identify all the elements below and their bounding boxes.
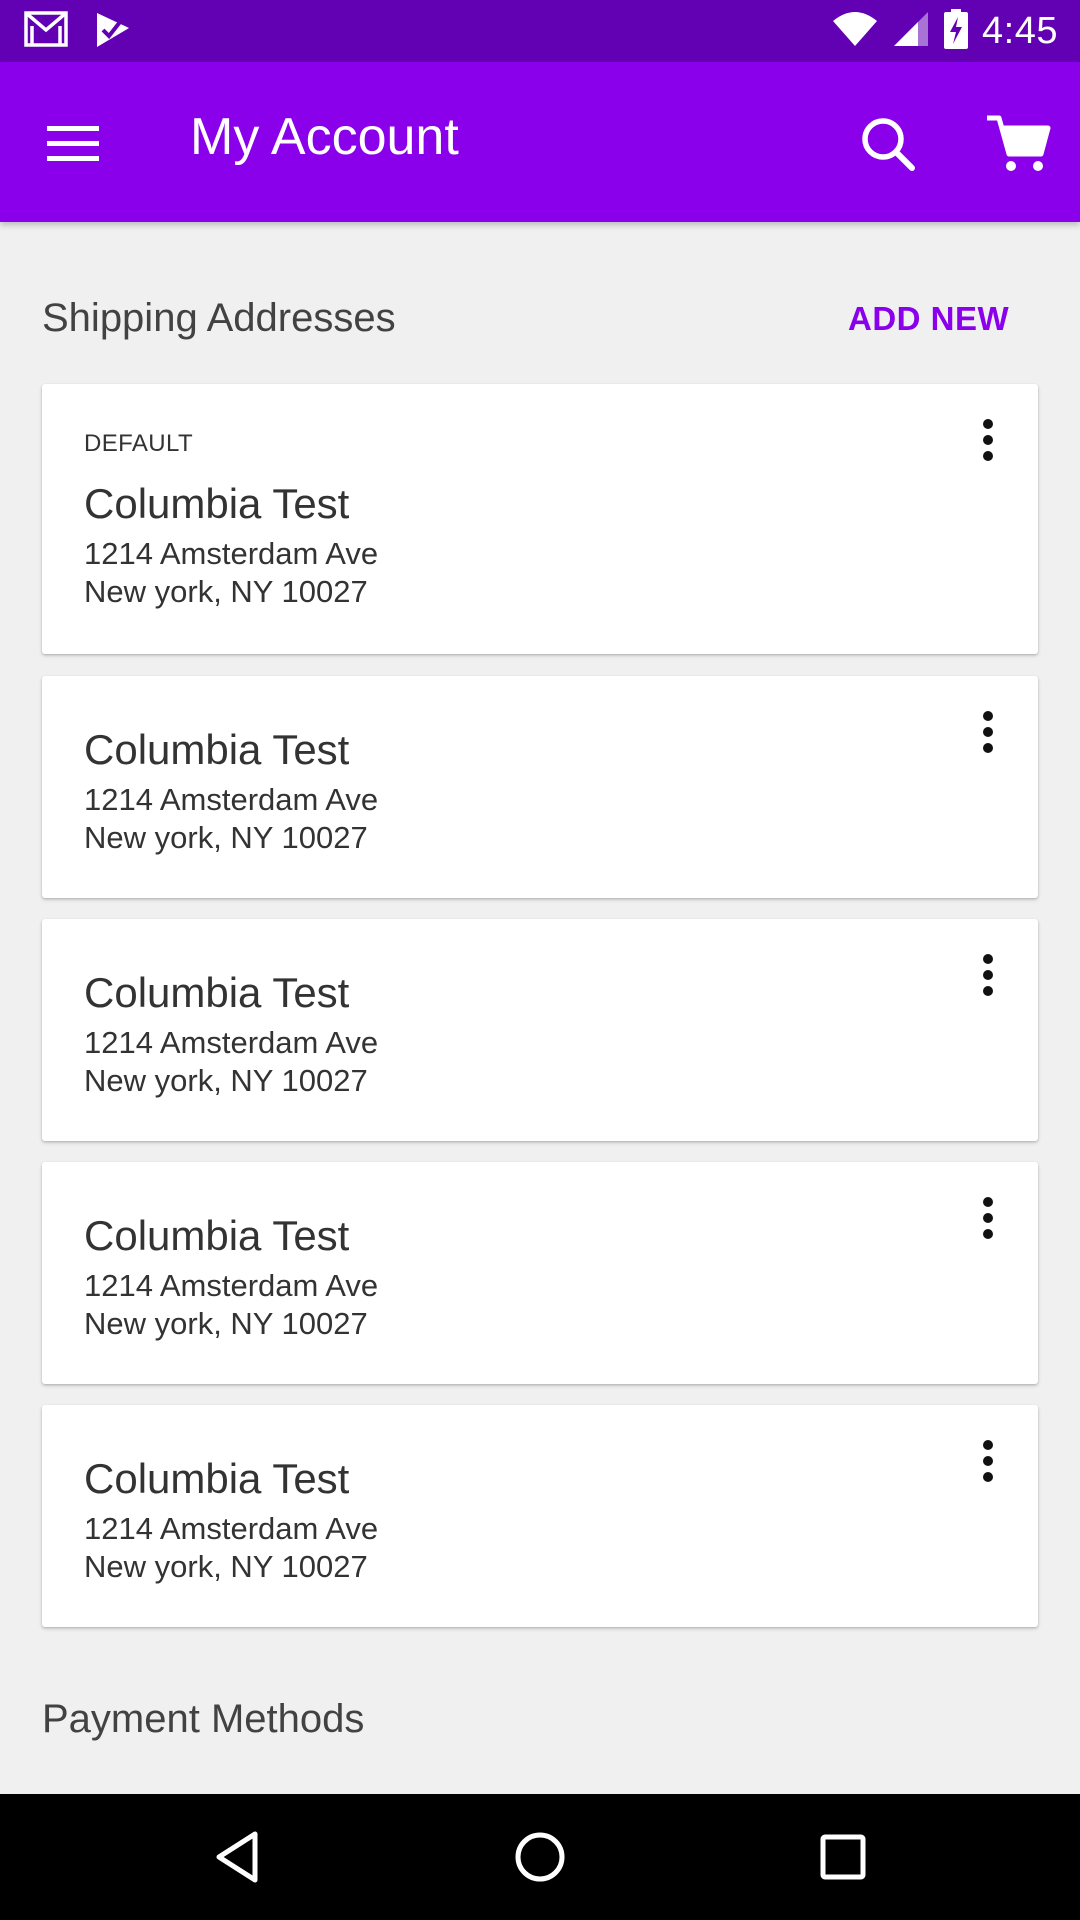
cart-icon [985, 114, 1051, 179]
shipping-addresses-header: Shipping Addresses [42, 296, 396, 340]
address-name: Columbia Test [84, 1455, 350, 1502]
address-street: 1214 Amsterdam Ave [84, 782, 379, 817]
address-city: New york, NY 10027 [84, 1306, 368, 1341]
address-card[interactable]: Columbia Test 1214 Amsterdam Ave New yor… [42, 919, 1038, 1141]
more-vert-icon [982, 953, 994, 1002]
more-options-button[interactable] [956, 1427, 1020, 1499]
address-card[interactable]: Columbia Test 1214 Amsterdam Ave New yor… [42, 676, 1038, 898]
add-new-address-button[interactable]: ADD NEW [848, 300, 1009, 338]
address-city: New york, NY 10027 [84, 574, 368, 609]
status-bar: 4:45 [0, 0, 1080, 62]
page-title: My Account [190, 108, 459, 166]
payment-methods-header: Payment Methods [42, 1697, 365, 1741]
menu-button[interactable] [30, 102, 116, 188]
search-button[interactable] [844, 102, 932, 190]
wifi-icon [832, 11, 878, 52]
search-icon [859, 115, 917, 178]
cell-signal-icon [892, 11, 930, 52]
more-options-button[interactable] [956, 941, 1020, 1013]
more-vert-icon [982, 1196, 994, 1245]
address-street: 1214 Amsterdam Ave [84, 1268, 379, 1303]
address-card[interactable]: Columbia Test 1214 Amsterdam Ave New yor… [42, 1405, 1038, 1627]
address-city: New york, NY 10027 [84, 1063, 368, 1098]
address-name: Columbia Test [84, 1212, 350, 1259]
gmail-icon [24, 10, 70, 55]
status-clock: 4:45 [982, 9, 1058, 52]
address-name: Columbia Test [84, 480, 350, 527]
more-options-button[interactable] [956, 1184, 1020, 1256]
system-nav-bar [0, 1794, 1080, 1920]
home-button[interactable] [495, 1814, 585, 1904]
more-options-button[interactable] [956, 406, 1020, 478]
home-icon [513, 1830, 567, 1889]
menu-icon [47, 124, 99, 167]
address-card[interactable]: Columbia Test 1214 Amsterdam Ave New yor… [42, 1162, 1038, 1384]
battery-charging-icon [944, 8, 969, 54]
more-options-button[interactable] [956, 698, 1020, 770]
address-street: 1214 Amsterdam Ave [84, 1025, 379, 1060]
address-city: New york, NY 10027 [84, 1549, 368, 1584]
address-street: 1214 Amsterdam Ave [84, 536, 379, 571]
address-name: Columbia Test [84, 969, 350, 1016]
more-vert-icon [982, 1439, 994, 1488]
address-street: 1214 Amsterdam Ave [84, 1511, 379, 1546]
status-indicators: 4:45 [818, 0, 1058, 62]
recents-button[interactable] [798, 1814, 888, 1904]
app-bar: My Account [0, 62, 1080, 222]
default-badge: DEFAULT [84, 430, 194, 457]
more-vert-icon [982, 710, 994, 759]
cart-button[interactable] [970, 98, 1066, 194]
checklist-icon [94, 10, 132, 55]
back-button[interactable] [192, 1814, 282, 1904]
address-name: Columbia Test [84, 726, 350, 773]
address-city: New york, NY 10027 [84, 820, 368, 855]
address-card[interactable]: DEFAULT Columbia Test 1214 Amsterdam Ave… [42, 384, 1038, 654]
back-icon [213, 1830, 261, 1889]
recents-icon [819, 1833, 867, 1886]
more-vert-icon [982, 418, 994, 467]
